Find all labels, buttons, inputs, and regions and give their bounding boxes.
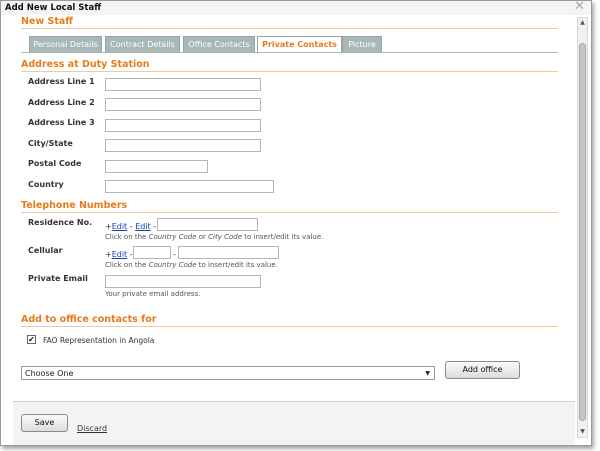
scroll-down-icon[interactable]: ▼ (578, 427, 587, 437)
fao-angola-checkbox[interactable]: ✔ (27, 335, 36, 344)
cellular-hint: Click on the Country Code to insert/edit… (105, 261, 278, 269)
office-select[interactable]: Choose One ▼ (21, 366, 435, 380)
address-line-1-input[interactable] (105, 78, 261, 91)
postal-code-label: Postal Code (28, 159, 82, 168)
residence-label: Residence No. (28, 218, 93, 227)
vertical-scrollbar[interactable]: ▲ ▼ (577, 17, 588, 438)
tab-office-contacts[interactable]: Office Contacts (183, 36, 255, 53)
address-line-3-label: Address Line 3 (28, 118, 95, 127)
country-label: Country (28, 180, 64, 189)
city-state-label: City/State (28, 139, 73, 148)
address-divider (21, 71, 558, 72)
residence-hint: Click on the Country Code or City Code t… (105, 233, 324, 241)
cellular-prefix-input[interactable] (133, 246, 171, 259)
fao-angola-checkbox-label: FAO Representation in Angola (43, 336, 155, 345)
office-select-value: Choose One (25, 369, 74, 378)
heading-divider (21, 28, 558, 29)
dialog-footer (13, 401, 575, 445)
add-staff-dialog: Add New Local Staff ✕ ▲ ▼ New Staff Pers… (0, 0, 592, 446)
chevron-down-icon: ▼ (425, 370, 430, 377)
residence-number-input[interactable] (157, 218, 258, 231)
scroll-up-icon[interactable]: ▲ (578, 18, 587, 28)
residence-code-links: +Edit - Edit - (105, 222, 156, 231)
email-hint: Your private email address. (105, 290, 201, 298)
dash: - (153, 222, 157, 231)
address-section-title: Address at Duty Station (21, 59, 150, 70)
address-line-3-input[interactable] (105, 119, 261, 132)
telephone-divider (21, 212, 558, 213)
tab-personal-details[interactable]: Personal Details (29, 36, 102, 53)
plus-sign: + (105, 250, 112, 259)
telephone-section-title: Telephone Numbers (21, 200, 128, 211)
add-office-button[interactable]: Add office (445, 361, 520, 379)
postal-code-input[interactable] (105, 160, 208, 173)
address-line-2-label: Address Line 2 (28, 98, 95, 107)
discard-link[interactable]: Discard (77, 424, 107, 433)
dialog-titlebar: Add New Local Staff ✕ (1, 0, 591, 15)
country-input[interactable] (105, 180, 274, 193)
office-contacts-section-title: Add to office contacts for (21, 314, 157, 325)
cellular-label: Cellular (28, 246, 63, 255)
cellular-number-input[interactable] (178, 246, 279, 259)
address-line-2-input[interactable] (105, 98, 261, 111)
tab-picture[interactable]: Picture (342, 36, 382, 53)
close-icon[interactable]: ✕ (574, 0, 585, 14)
address-line-1-label: Address Line 1 (28, 77, 95, 86)
cellular-code-links: +Edit - (105, 250, 133, 259)
residence-city-code-edit-link[interactable]: Edit (135, 222, 151, 231)
plus-sign: + (105, 222, 112, 231)
tab-contract-details[interactable]: Contract Details (105, 36, 180, 53)
dash: - (129, 222, 133, 231)
scroll-thumb[interactable] (579, 43, 586, 421)
cellular-country-code-edit-link[interactable]: Edit (112, 250, 128, 259)
form-heading: New Staff (21, 16, 73, 27)
office-contacts-divider (21, 326, 558, 327)
save-button[interactable]: Save (21, 414, 68, 432)
dialog-title: Add New Local Staff (5, 3, 102, 13)
city-state-input[interactable] (105, 139, 261, 152)
residence-country-code-edit-link[interactable]: Edit (112, 222, 128, 231)
tab-baseline (21, 52, 558, 53)
dash: - (173, 250, 176, 259)
private-email-input[interactable] (105, 275, 261, 288)
private-email-label: Private Email (28, 274, 88, 283)
